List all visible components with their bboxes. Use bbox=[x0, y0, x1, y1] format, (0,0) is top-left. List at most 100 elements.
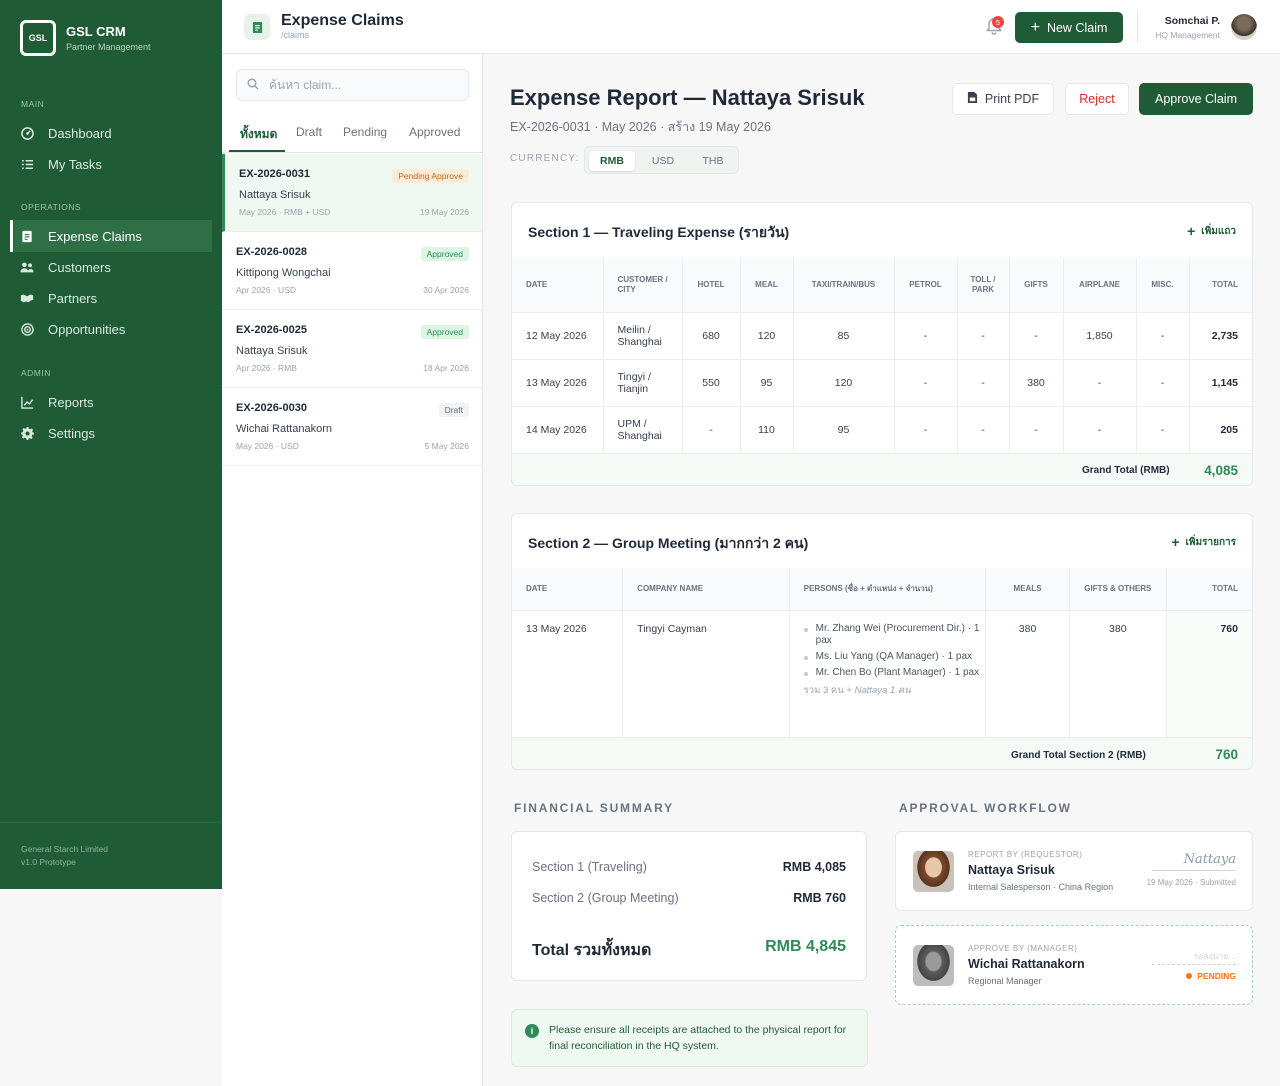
claim-item[interactable]: EX-2026-0028 Approved Kittipong Wongchai… bbox=[222, 232, 482, 310]
sidebar: GSL GSL CRM Partner Management MAIN Dash… bbox=[0, 0, 222, 889]
sidebar-item-customers[interactable]: Customers bbox=[10, 251, 212, 283]
new-claim-button[interactable]: + New Claim bbox=[1015, 12, 1123, 43]
claim-id: EX-2026-0030 bbox=[236, 402, 307, 414]
sidebar-item-label: Customers bbox=[48, 259, 111, 275]
column-header: DATE bbox=[512, 568, 624, 610]
top-bar: Expense Claims /claims 5 + New Claim Som… bbox=[222, 0, 1280, 54]
sidebar-item-expense-claims[interactable]: Expense Claims bbox=[10, 220, 212, 252]
status-badge: Draft bbox=[438, 403, 469, 417]
persons-total: รวม 3 คน + Nattaya 1 คน bbox=[804, 683, 982, 698]
claim-id: EX-2026-0028 bbox=[236, 246, 307, 258]
claim-meta: May 2026 · RMB + USD bbox=[239, 207, 331, 217]
claim-item[interactable]: EX-2026-0025 Approved Nattaya Srisuk Apr… bbox=[222, 310, 482, 388]
cell-airplane: 1,850 bbox=[1063, 311, 1137, 359]
column-header: MEALS bbox=[985, 568, 1070, 610]
grand-total-row: Grand Total Section 2 (RMB) 760 bbox=[512, 737, 1252, 769]
table-row[interactable]: 14 May 2026 UPM / Shanghai - 110 95 - - … bbox=[512, 405, 1252, 453]
summary-row: Section 2 (Group Meeting) RMB 760 bbox=[532, 891, 846, 905]
sidebar-divider bbox=[0, 822, 222, 823]
search-icon bbox=[247, 77, 259, 93]
add-item-button[interactable]: + เพิ่มรายการ bbox=[1171, 534, 1236, 550]
table-header-row: DATE CUSTOMER / CITY HOTEL MEAL TAXI/TRA… bbox=[512, 258, 1252, 312]
cell-transport: 120 bbox=[793, 358, 895, 406]
signature: Nattaya bbox=[1183, 852, 1236, 867]
step-role: REPORT BY (REQUESTOR) bbox=[968, 850, 1083, 859]
grand-total-label: Grand Total Section 2 (RMB) bbox=[1011, 750, 1146, 761]
cell-toll: - bbox=[957, 358, 1010, 406]
step-name: Wichai Rattanakorn bbox=[968, 957, 1085, 971]
sidebar-item-settings[interactable]: Settings bbox=[10, 417, 212, 449]
receipt-icon bbox=[20, 229, 34, 243]
sidebar-section-admin: ADMIN bbox=[21, 368, 51, 378]
sidebar-item-opportunities[interactable]: Opportunities bbox=[10, 313, 212, 345]
cell-petrol: - bbox=[894, 405, 958, 453]
currency-thb[interactable]: THB bbox=[690, 151, 736, 171]
sidebar-item-label: Opportunities bbox=[48, 321, 126, 337]
claim-date: 5 May 2026 bbox=[424, 441, 469, 451]
expense-doc-icon bbox=[244, 14, 270, 40]
summary-total-label: Total รวมทั้งหมด bbox=[532, 942, 652, 959]
tab-draft[interactable]: Draft bbox=[296, 125, 322, 139]
requestor-photo bbox=[913, 851, 954, 892]
section-2-card: Section 2 — Group Meeting (มากกว่า 2 คน)… bbox=[511, 513, 1253, 770]
claim-item[interactable]: EX-2026-0030 Draft Wichai Rattanakorn Ma… bbox=[222, 388, 482, 466]
print-pdf-button[interactable]: Print PDF bbox=[952, 83, 1054, 115]
notification-badge: 5 bbox=[992, 16, 1004, 28]
column-header: MEAL bbox=[740, 258, 794, 312]
claim-id: EX-2026-0025 bbox=[236, 324, 307, 336]
claim-meta: Apr 2026 · RMB bbox=[236, 363, 297, 373]
sidebar-item-dashboard[interactable]: Dashboard bbox=[10, 117, 212, 149]
currency-rmb[interactable]: RMB bbox=[589, 151, 635, 171]
currency-usd[interactable]: USD bbox=[640, 151, 686, 171]
pending-dot-icon bbox=[1186, 973, 1193, 979]
cell-petrol: - bbox=[894, 311, 958, 359]
column-header: COMPANY NAME bbox=[622, 568, 790, 610]
cell-customer: Tingyi / Tianjin bbox=[603, 358, 683, 406]
sidebar-item-label: Dashboard bbox=[48, 125, 112, 141]
sidebar-item-reports[interactable]: Reports bbox=[10, 386, 212, 418]
table-row[interactable]: 12 May 2026 Meilin / Shanghai 680 120 85… bbox=[512, 311, 1252, 359]
cell-gifts: 380 bbox=[1009, 358, 1064, 406]
person-item: Ms. Liu Yang (QA Manager) · 1 pax bbox=[803, 651, 982, 663]
currency-label: CURRENCY: bbox=[510, 153, 580, 164]
cell-toll: - bbox=[957, 405, 1010, 453]
sidebar-item-partners[interactable]: Partners bbox=[10, 282, 212, 314]
sidebar-item-my-tasks[interactable]: My Tasks bbox=[10, 148, 212, 180]
status-badge: Approved bbox=[420, 325, 469, 339]
brand[interactable]: GSL GSL CRM Partner Management bbox=[20, 20, 151, 56]
cell-toll: - bbox=[957, 311, 1010, 359]
step-position: Internal Salesperson · China Region bbox=[968, 882, 1114, 892]
cell-meal: 110 bbox=[740, 405, 794, 453]
approve-claim-button[interactable]: Approve Claim bbox=[1139, 83, 1253, 115]
avatar[interactable] bbox=[1231, 14, 1257, 40]
users-icon bbox=[20, 260, 34, 274]
cell-date: 13 May 2026 bbox=[512, 609, 624, 738]
table-row[interactable]: 13 May 2026 Tingyi / Tianjin 550 95 120 … bbox=[512, 358, 1252, 406]
summary-total-row: Total รวมทั้งหมด RMB 4,845 bbox=[532, 938, 846, 963]
active-tab-indicator bbox=[229, 150, 285, 152]
cell-total: 2,735 bbox=[1189, 311, 1252, 359]
tab-approved[interactable]: Approved bbox=[409, 125, 460, 139]
add-row-button[interactable]: + เพิ่มแถว bbox=[1187, 223, 1236, 239]
search-input[interactable]: ค้นหา claim... bbox=[236, 69, 469, 101]
tab-all[interactable]: ทั้งหมด bbox=[240, 125, 277, 144]
column-header: AIRPLANE bbox=[1063, 258, 1137, 312]
cell-total: 205 bbox=[1189, 405, 1252, 453]
persons-total-prefix: รวม 3 คน + bbox=[803, 684, 855, 696]
receipt-note: i Please ensure all receipts are attache… bbox=[511, 1009, 868, 1067]
workflow-step-manager: APPROVE BY (MANAGER) Wichai Rattanakorn … bbox=[895, 925, 1253, 1005]
cell-meal: 120 bbox=[740, 311, 794, 359]
cell-transport: 95 bbox=[793, 405, 895, 453]
plus-icon: + bbox=[1030, 18, 1040, 36]
reject-button[interactable]: Reject bbox=[1065, 83, 1129, 115]
table-row[interactable]: 13 May 2026 Tingyi Cayman Mr. Zhang Wei … bbox=[512, 609, 1252, 738]
section-2-title: Section 2 — Group Meeting (มากกว่า 2 คน) bbox=[528, 535, 809, 551]
add-row-label: เพิ่มแถว bbox=[1201, 225, 1236, 237]
column-header: PERSONS (ชื่อ + ตำแหน่ง + จำนวน) bbox=[789, 568, 987, 610]
column-header: GIFTS bbox=[1009, 258, 1064, 312]
tab-pending[interactable]: Pending bbox=[343, 125, 387, 139]
claim-item[interactable]: EX-2026-0031 Pending Approve Nattaya Sri… bbox=[222, 154, 482, 232]
user-role: HQ Management bbox=[1155, 30, 1220, 40]
claim-employee: Wichai Rattanakorn bbox=[236, 423, 332, 435]
summary-row: Section 1 (Traveling) RMB 4,085 bbox=[532, 860, 846, 874]
